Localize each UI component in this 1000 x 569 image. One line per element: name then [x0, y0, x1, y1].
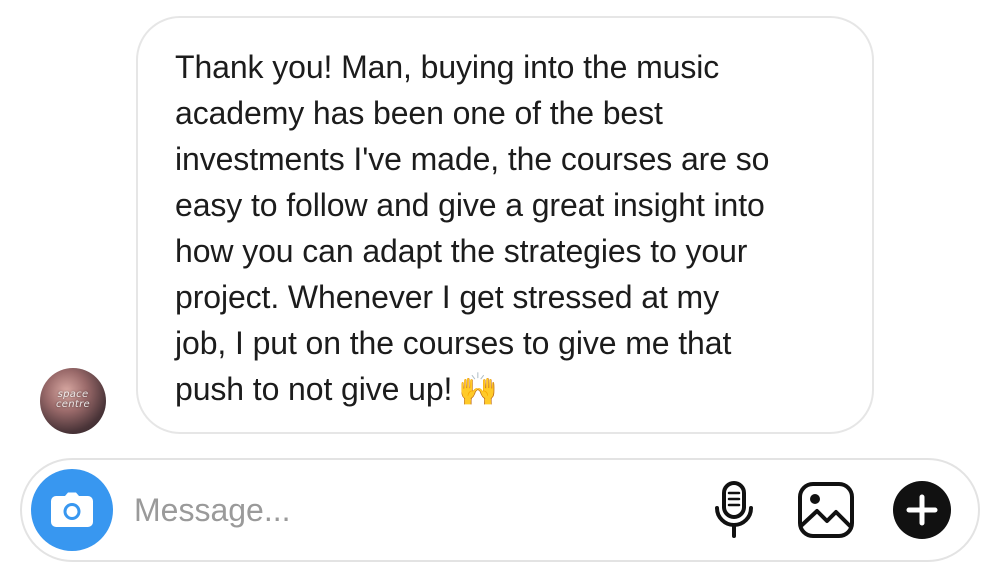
- gallery-button[interactable]: [796, 480, 856, 540]
- microphone-icon: [715, 481, 753, 538]
- message-body: Thank you! Man, buying into the music ac…: [175, 49, 770, 407]
- raised-hands-emoji: 🙌: [458, 371, 499, 407]
- message-composer: [20, 458, 980, 562]
- sender-avatar[interactable]: space centre: [40, 368, 106, 434]
- gallery-icon: [798, 482, 854, 538]
- message-text: Thank you! Man, buying into the music ac…: [175, 44, 842, 412]
- microphone-button[interactable]: [704, 480, 764, 540]
- camera-icon: [51, 492, 93, 527]
- add-button[interactable]: [892, 480, 952, 540]
- plus-circle-icon: [893, 481, 951, 539]
- avatar-caption: space centre: [56, 389, 90, 410]
- message-bubble[interactable]: Thank you! Man, buying into the music ac…: [136, 16, 874, 434]
- message-input[interactable]: [134, 482, 674, 538]
- camera-button[interactable]: [31, 469, 113, 551]
